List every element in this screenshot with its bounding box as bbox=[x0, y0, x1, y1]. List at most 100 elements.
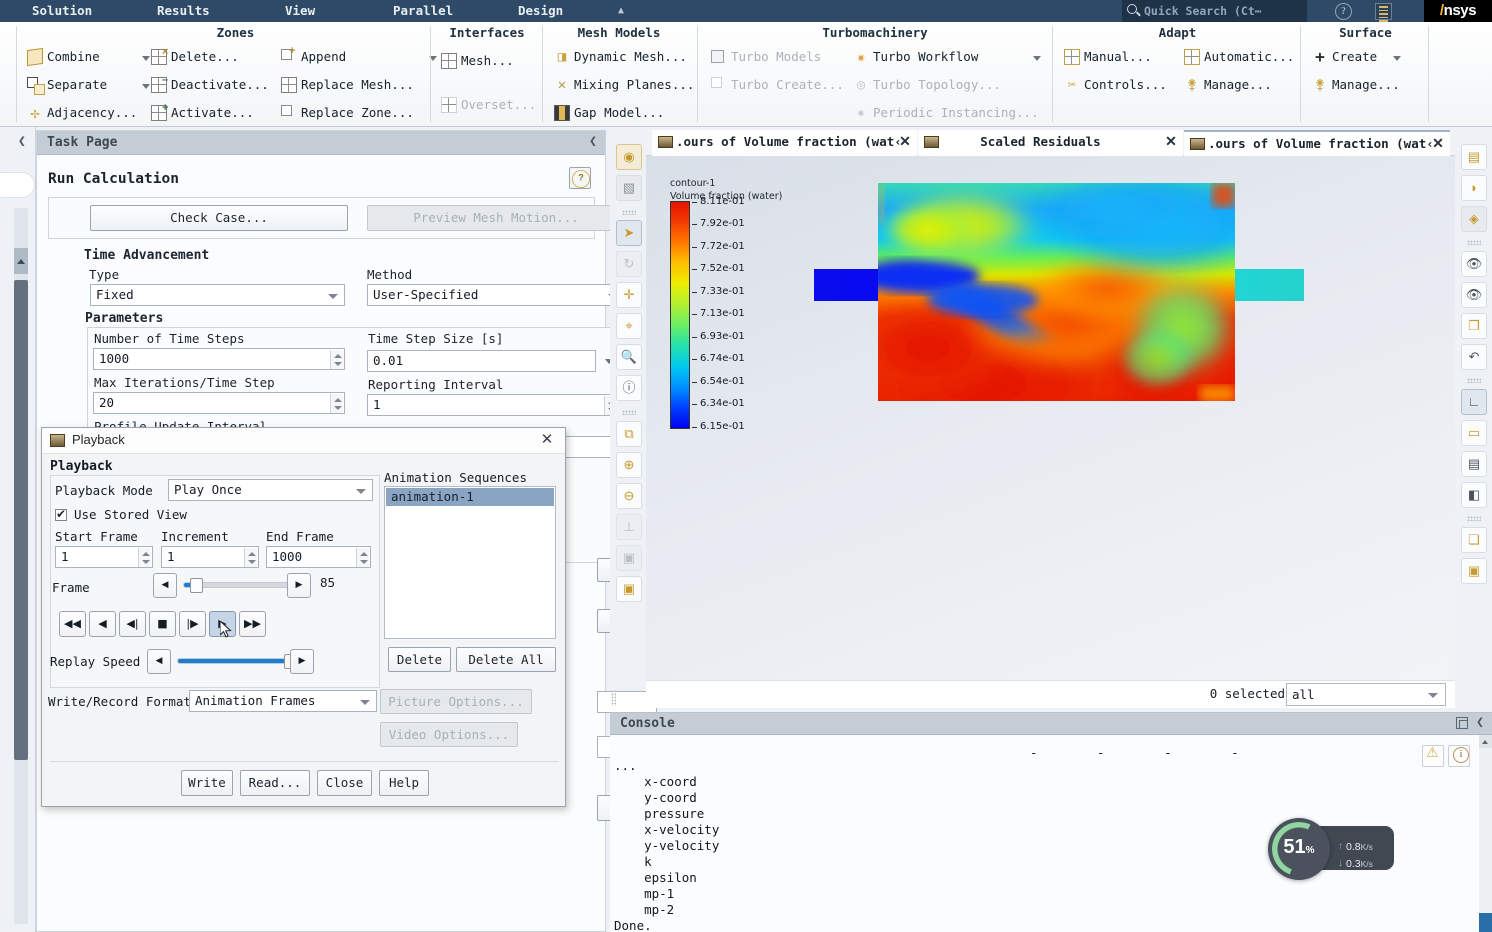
popout-icon[interactable] bbox=[1456, 717, 1468, 729]
network-speed-widget[interactable]: ↑ 0.8K/s ↓ 0.3K/s 51% bbox=[1268, 818, 1394, 880]
scrollbar-thumb[interactable] bbox=[1479, 913, 1492, 932]
playback-mode-combo[interactable]: Play Once bbox=[168, 479, 373, 501]
panel-drag-dots[interactable] bbox=[611, 690, 616, 706]
shading-icon[interactable]: ◗ bbox=[1461, 175, 1487, 201]
ribbon-collapse-arrow-icon[interactable]: ▲ bbox=[618, 2, 624, 20]
read-button[interactable]: Read... bbox=[240, 770, 310, 796]
write-button[interactable]: Write bbox=[181, 770, 233, 796]
use-stored-view-checkbox[interactable] bbox=[55, 507, 67, 521]
copy-screen-icon[interactable]: ❏ bbox=[1461, 527, 1487, 553]
frame-slider-knob[interactable] bbox=[189, 578, 203, 593]
tab-close-icon[interactable]: ✕ bbox=[1431, 135, 1445, 153]
menu-item-design[interactable]: Design bbox=[518, 2, 563, 20]
ribbon-item-deactivate[interactable]: – Deactivate... bbox=[150, 74, 269, 95]
end-frame-input[interactable]: 1000 bbox=[266, 546, 371, 568]
list-item[interactable]: animation-1 bbox=[386, 488, 554, 506]
ribbon-item-adapt-manual[interactable]: Manual... bbox=[1063, 46, 1152, 67]
tab-scaled-residuals[interactable]: Scaled Residuals ✕ bbox=[918, 130, 1183, 156]
play-reverse-button[interactable]: ◀ bbox=[89, 611, 116, 637]
replay-speed-decrement-button[interactable]: ◀ bbox=[147, 649, 171, 674]
close-icon[interactable]: ✕ bbox=[538, 431, 556, 449]
zoom-out-icon[interactable]: ⊖ bbox=[616, 483, 642, 509]
ribbon-item-mixing-planes[interactable]: ✕ Mixing Planes... bbox=[553, 74, 695, 95]
lock-view-icon[interactable]: ▣ bbox=[616, 576, 642, 602]
scrollbar-thumb[interactable] bbox=[14, 280, 28, 760]
chevron-down-icon[interactable] bbox=[356, 489, 366, 494]
lighting-icon[interactable]: ◧ bbox=[1461, 482, 1487, 508]
menu-item-solution[interactable]: Solution bbox=[32, 2, 92, 20]
fast-forward-button[interactable]: ▶▶ bbox=[239, 611, 266, 637]
outline-vertical-scrollbar[interactable] bbox=[14, 208, 28, 924]
replay-speed-increment-button[interactable]: ▶ bbox=[290, 649, 314, 674]
ribbon-item-activate[interactable]: + Activate... bbox=[150, 102, 254, 123]
max-iterations-stepper[interactable] bbox=[330, 394, 343, 413]
method-combo[interactable]: User-Specified bbox=[367, 284, 625, 306]
ribbon-item-delete[interactable]: × Delete... bbox=[150, 46, 239, 67]
quick-search-input[interactable]: Quick Search (Ct⋯ bbox=[1122, 0, 1307, 22]
start-frame-input[interactable]: 1 bbox=[55, 546, 153, 568]
copy-view-icon[interactable]: ❐ bbox=[1461, 313, 1487, 339]
contour-style-icon[interactable]: ▤ bbox=[1461, 144, 1487, 170]
chevron-down-icon[interactable] bbox=[1428, 693, 1438, 698]
scroll-up-button[interactable] bbox=[14, 248, 28, 274]
ribbon-item-combine[interactable]: Combine bbox=[26, 46, 100, 67]
ribbon-item-gap-model[interactable]: Gap Model... bbox=[553, 102, 664, 123]
colormap-icon[interactable]: ▭ bbox=[1461, 420, 1487, 446]
frame-decrement-button[interactable]: ◀ bbox=[153, 573, 177, 598]
step-forward-button[interactable]: |▶ bbox=[179, 611, 206, 637]
ribbon-item-turbo-workflow[interactable]: ✷ Turbo Workflow bbox=[852, 46, 978, 67]
pan-icon[interactable]: ✛ bbox=[616, 282, 642, 308]
number-of-time-steps-stepper[interactable] bbox=[330, 350, 343, 369]
reporting-interval-input[interactable]: 1 bbox=[367, 394, 619, 416]
turbo-workflow-dropdown-caret-icon[interactable] bbox=[1033, 56, 1041, 61]
tab-close-icon[interactable]: ✕ bbox=[898, 133, 912, 151]
combine-dropdown-caret-icon[interactable] bbox=[142, 56, 150, 61]
compass-orientation-icon[interactable]: ◉ bbox=[616, 144, 642, 170]
help-icon[interactable] bbox=[569, 167, 591, 189]
separate-dropdown-caret-icon[interactable] bbox=[142, 84, 150, 89]
ribbon-item-separate[interactable]: Separate bbox=[26, 74, 107, 95]
delete-all-button[interactable]: Delete All bbox=[456, 647, 556, 672]
menu-item-parallel[interactable]: Parallel bbox=[393, 2, 453, 20]
zoom-to-fit-icon[interactable]: ⧉ bbox=[616, 421, 642, 447]
show-visible-icon[interactable]: 👁 bbox=[1461, 251, 1487, 277]
chevron-down-icon[interactable] bbox=[328, 294, 338, 299]
step-back-button[interactable]: ◀| bbox=[119, 611, 146, 637]
tab-contour-2[interactable]: .ours of Volume fraction (wat‹ ✕ bbox=[1184, 130, 1450, 156]
tab-close-icon[interactable]: ✕ bbox=[1164, 133, 1178, 151]
save-picture-icon[interactable]: ▣ bbox=[1461, 558, 1487, 584]
scroll-up-button[interactable] bbox=[1479, 735, 1492, 748]
menu-item-results[interactable]: Results bbox=[157, 2, 210, 20]
rewind-to-start-button[interactable]: ◀◀ bbox=[59, 611, 86, 637]
check-case-button[interactable]: Check Case... bbox=[90, 205, 348, 231]
book-icon[interactable] bbox=[1375, 3, 1392, 22]
chevron-left-icon[interactable]: ❮ bbox=[1476, 715, 1484, 730]
ribbon-item-adapt-manage[interactable]: ⚵ Manage... bbox=[1183, 74, 1272, 95]
animation-sequences-list[interactable]: animation-1 bbox=[384, 486, 556, 639]
outline-collapse-icon[interactable]: ❮ bbox=[18, 134, 26, 149]
selection-filter-combo[interactable]: all bbox=[1286, 683, 1446, 706]
zoom-in-icon[interactable]: ⊕ bbox=[616, 452, 642, 478]
transparency-icon[interactable]: ◈ bbox=[1461, 206, 1487, 232]
text-annotation-icon[interactable]: ▤ bbox=[1461, 451, 1487, 477]
max-iterations-input[interactable]: 20 bbox=[93, 392, 345, 414]
probe-info-icon[interactable]: ⓘ bbox=[616, 375, 642, 401]
type-combo[interactable]: Fixed bbox=[90, 284, 345, 306]
hide-icon[interactable]: 👁 bbox=[1461, 282, 1487, 308]
console-scrollbar[interactable] bbox=[1479, 735, 1492, 932]
magnifier-icon[interactable]: 🔍 bbox=[616, 344, 642, 370]
time-step-size-input[interactable]: 0.01 bbox=[367, 350, 596, 372]
start-frame-stepper[interactable] bbox=[138, 548, 151, 567]
graphics-canvas[interactable]: contour-1 Volume fraction (water) 8.11e-… bbox=[646, 156, 1455, 680]
task-page-collapse-icon[interactable]: ❮ bbox=[589, 134, 597, 149]
ribbon-item-append[interactable]: + Append bbox=[280, 46, 346, 67]
axes-icon[interactable]: ∟ bbox=[1461, 389, 1487, 415]
info-icon[interactable] bbox=[1448, 745, 1470, 767]
undo-view-icon[interactable]: ↶ bbox=[1461, 344, 1487, 370]
warning-icon[interactable] bbox=[1422, 745, 1444, 767]
outline-toggle-pill[interactable] bbox=[0, 172, 35, 198]
menu-item-view[interactable]: View bbox=[285, 2, 315, 20]
ribbon-item-replace-mesh[interactable]: Replace Mesh... bbox=[280, 74, 414, 95]
ribbon-item-replace-zone[interactable]: Replace Zone... bbox=[280, 102, 414, 123]
mesh-display-icon[interactable]: ▧ bbox=[616, 175, 642, 201]
